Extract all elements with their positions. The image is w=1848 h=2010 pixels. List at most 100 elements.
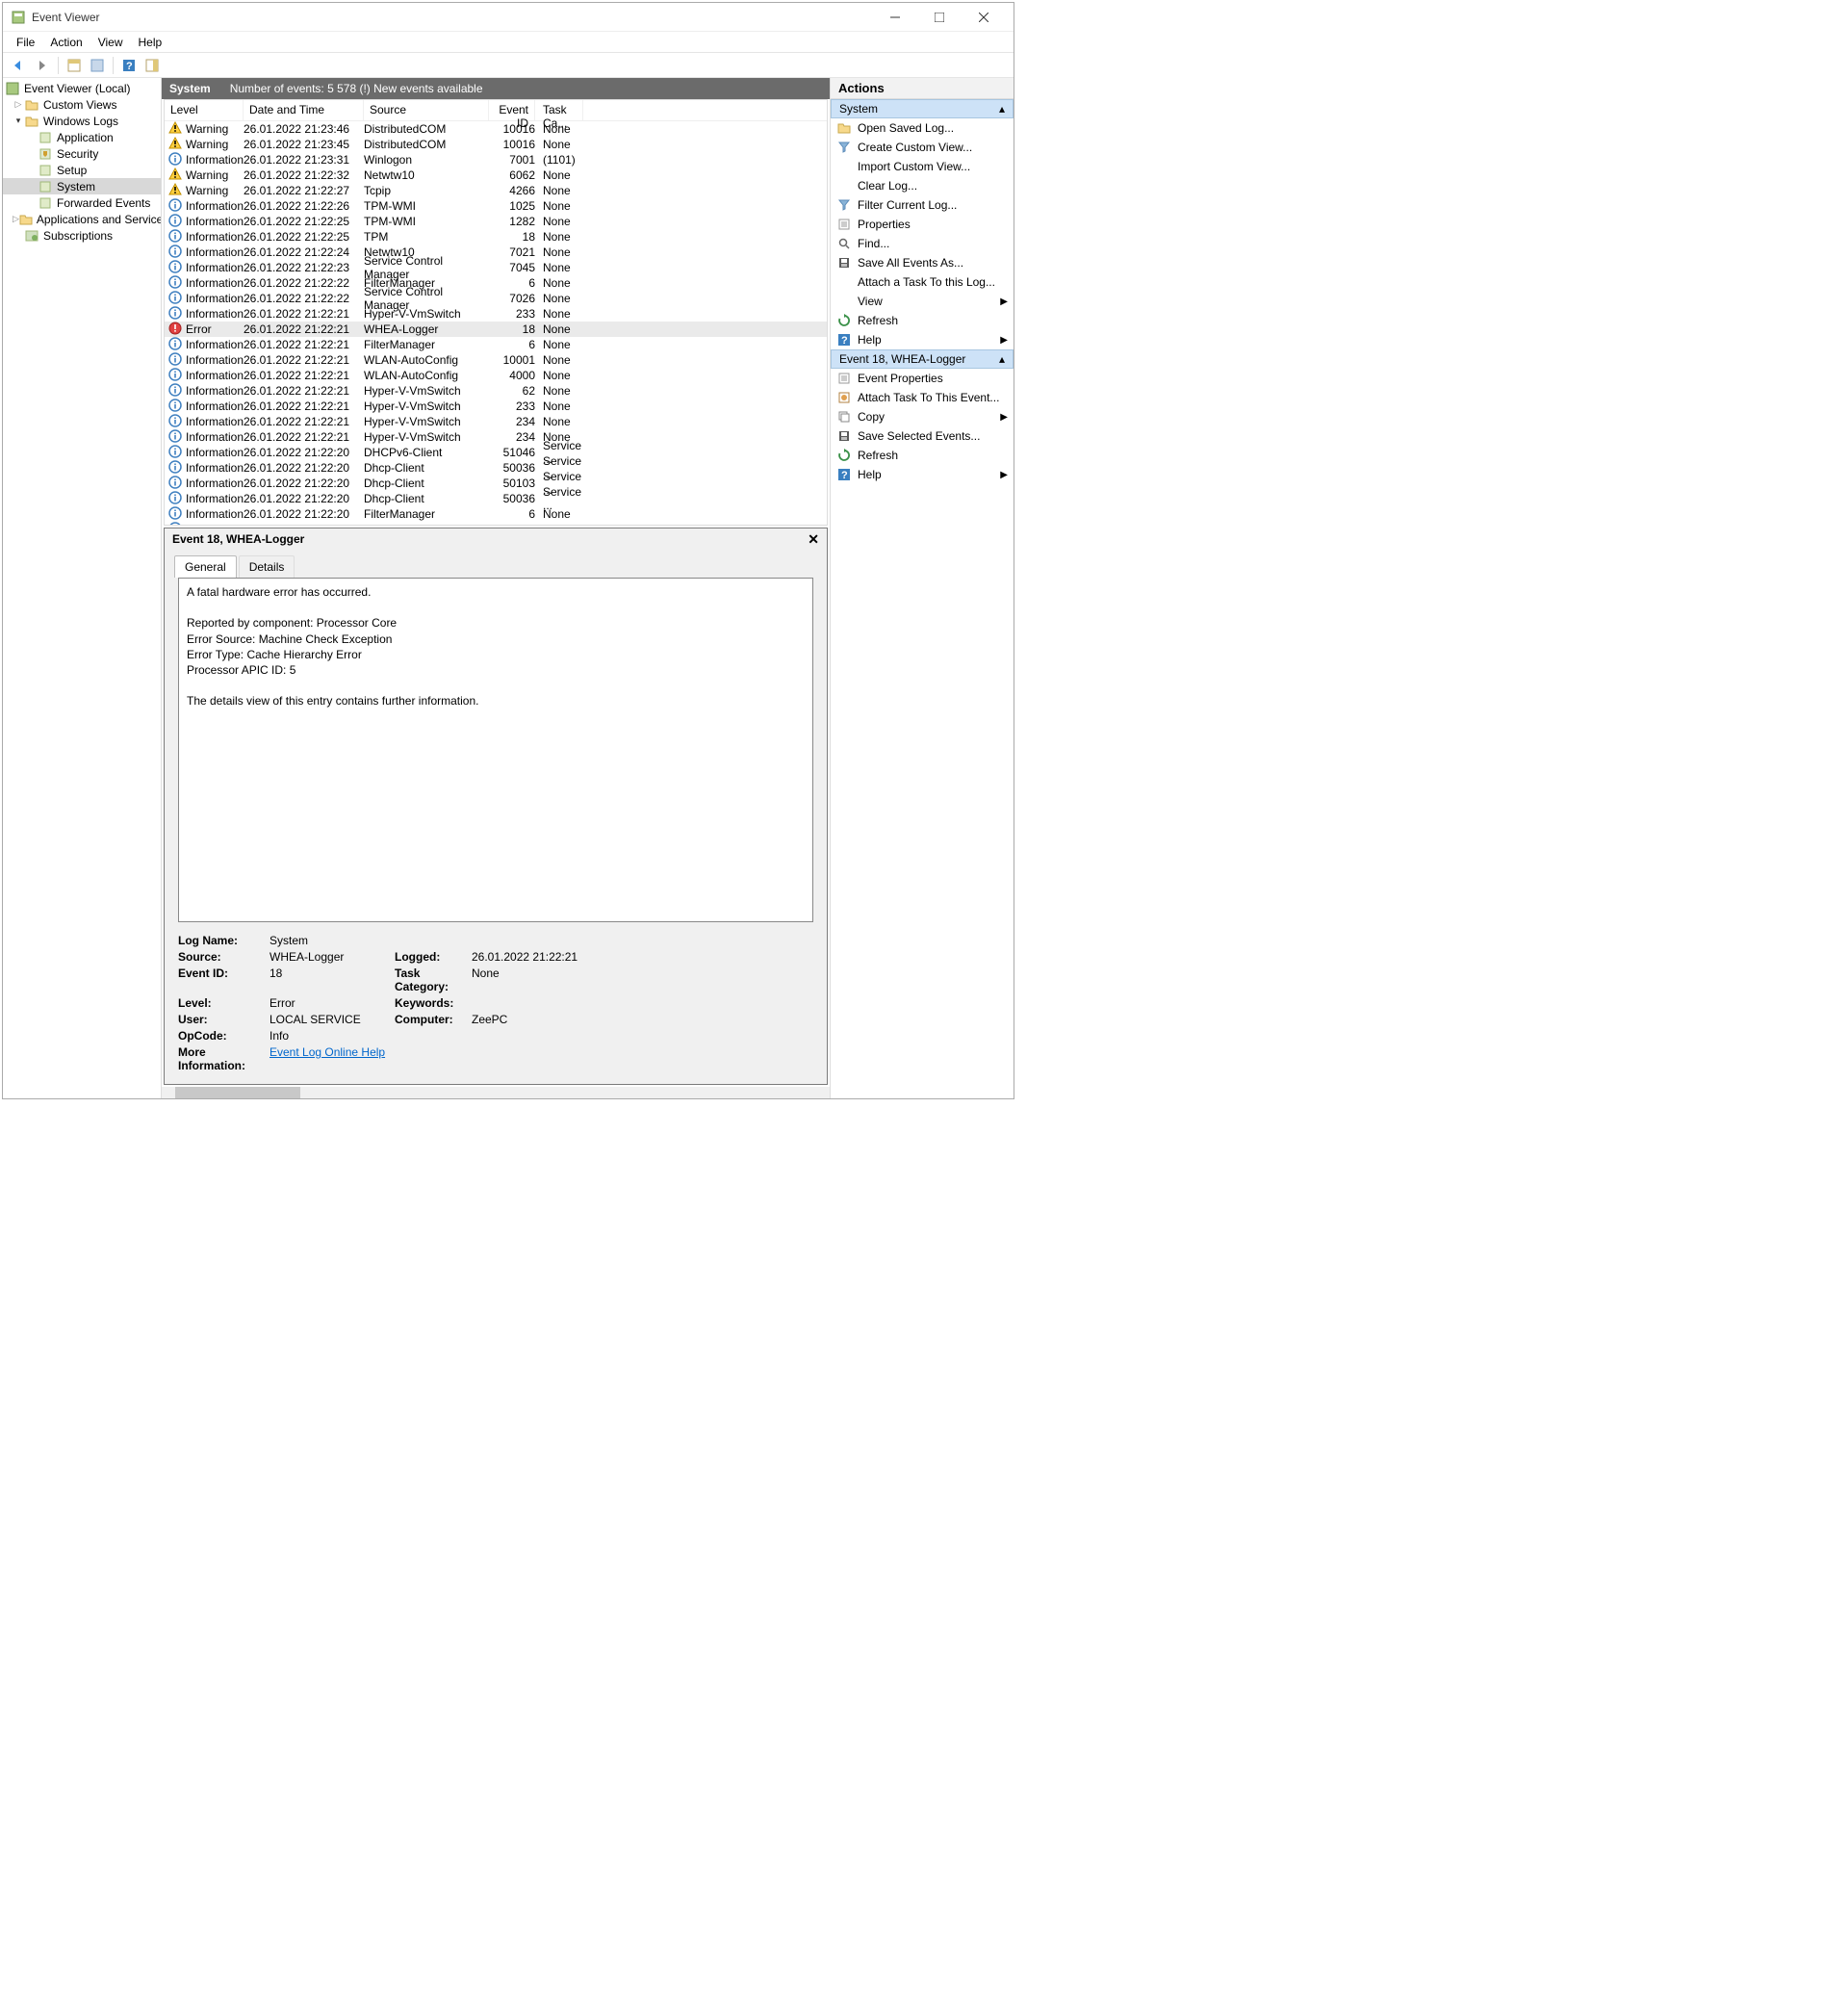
level-icon — [168, 121, 184, 137]
col-eventid[interactable]: Event ID — [489, 100, 535, 120]
event-row[interactable]: Information26.01.2022 21:22:24Netwtw1070… — [165, 245, 827, 260]
event-row[interactable]: Information26.01.2022 21:22:25TPM-WMI128… — [165, 214, 827, 229]
action-item[interactable]: Create Custom View... — [831, 138, 1014, 157]
event-row[interactable]: Information26.01.2022 21:22:20Dhcp-Clien… — [165, 460, 827, 476]
back-button[interactable] — [9, 55, 30, 76]
expand-icon[interactable]: ▷ — [13, 214, 19, 224]
event-row[interactable]: Information26.01.2022 21:22:21Hyper-V-Vm… — [165, 429, 827, 445]
event-row[interactable]: Warning26.01.2022 21:23:46DistributedCOM… — [165, 121, 827, 137]
tree-subscriptions[interactable]: Subscriptions — [43, 229, 113, 243]
tree-windows-logs[interactable]: Windows Logs — [43, 115, 118, 128]
nav-tree[interactable]: Event Viewer (Local) ▷ Custom Views ▾ Wind… — [3, 78, 162, 1098]
event-row[interactable]: Information26.01.2022 21:22:20Dhcp-Clien… — [165, 476, 827, 491]
action-item[interactable]: Attach a Task To this Log... — [831, 272, 1014, 292]
menu-help[interactable]: Help — [131, 34, 170, 51]
menu-file[interactable]: File — [9, 34, 42, 51]
event-row[interactable]: Information26.01.2022 21:22:25TPM18None — [165, 229, 827, 245]
tree-apps-services[interactable]: Applications and Services Logs — [37, 213, 162, 226]
action-item[interactable]: Copy▶ — [831, 407, 1014, 426]
event-row[interactable]: Information26.01.2022 21:22:21WLAN-AutoC… — [165, 352, 827, 368]
cell-level: Information — [186, 353, 244, 367]
action-item[interactable]: Filter Current Log... — [831, 195, 1014, 215]
tree-root[interactable]: Event Viewer (Local) — [24, 82, 131, 95]
menu-view[interactable]: View — [90, 34, 131, 51]
event-row[interactable]: Information26.01.2022 21:22:21Hyper-V-Vm… — [165, 414, 827, 429]
find-icon — [836, 236, 852, 251]
event-row[interactable]: Information26.01.2022 21:22:20DHCPv6-Cli… — [165, 445, 827, 460]
action-item[interactable]: Event Properties — [831, 369, 1014, 388]
horizontal-scrollbar[interactable] — [162, 1087, 830, 1098]
event-row[interactable]: Warning26.01.2022 21:23:45DistributedCOM… — [165, 137, 827, 152]
link-moreinfo[interactable]: Event Log Online Help — [270, 1045, 395, 1072]
action-item[interactable]: Clear Log... — [831, 176, 1014, 195]
event-row[interactable]: Information26.01.2022 21:22:21Hyper-V-Vm… — [165, 383, 827, 399]
tree-system[interactable]: System — [57, 180, 95, 193]
close-button[interactable] — [962, 3, 1006, 32]
action-item[interactable]: View▶ — [831, 292, 1014, 311]
action-label: Attach a Task To this Log... — [858, 275, 995, 289]
tree-setup[interactable]: Setup — [57, 164, 87, 177]
tree-forwarded[interactable]: Forwarded Events — [57, 196, 150, 210]
collapse-icon[interactable]: ▾ — [13, 116, 24, 126]
event-row[interactable]: Warning26.01.2022 21:22:27Tcpip4266None — [165, 183, 827, 198]
action-item[interactable]: Find... — [831, 234, 1014, 253]
menu-action[interactable]: Action — [42, 34, 90, 51]
event-row[interactable]: Information26.01.2022 21:22:20Dhcp-Clien… — [165, 491, 827, 506]
col-datetime[interactable]: Date and Time — [244, 100, 364, 120]
event-row[interactable]: Information26.01.2022 21:22:20FilterMana… — [165, 506, 827, 522]
column-headers[interactable]: Level Date and Time Source Event ID Task… — [165, 100, 827, 121]
event-row[interactable]: Information26.01.2022 21:22:21WLAN-AutoC… — [165, 368, 827, 383]
action-item[interactable]: Open Saved Log... — [831, 118, 1014, 138]
event-row[interactable]: Information26.01.2022 21:22:20FilterMana… — [165, 522, 827, 526]
event-row[interactable]: Information26.01.2022 21:22:26TPM-WMI102… — [165, 198, 827, 214]
action-item[interactable]: Save All Events As... — [831, 253, 1014, 272]
show-hide-tree-button[interactable] — [64, 55, 85, 76]
action-item[interactable]: Refresh — [831, 446, 1014, 465]
col-taskcat[interactable]: Task Ca... — [535, 100, 583, 120]
action-item[interactable]: Properties — [831, 215, 1014, 234]
action-item[interactable]: Import Custom View... — [831, 157, 1014, 176]
action-label: Help — [858, 333, 882, 347]
tab-details[interactable]: Details — [239, 555, 295, 578]
tree-application[interactable]: Application — [57, 131, 114, 144]
tree-security[interactable]: Security — [57, 147, 98, 161]
action-item[interactable]: Refresh — [831, 311, 1014, 330]
cell-level: Information — [186, 461, 244, 475]
properties-button[interactable] — [87, 55, 108, 76]
event-row[interactable]: Information26.01.2022 21:22:22FilterMana… — [165, 275, 827, 291]
event-row[interactable]: Information26.01.2022 21:22:21FilterMana… — [165, 337, 827, 352]
help-button[interactable]: ? — [118, 55, 140, 76]
cell-datetime: 26.01.2022 21:22:25 — [244, 230, 364, 244]
log-icon — [38, 130, 53, 145]
expand-icon[interactable]: ▷ — [13, 99, 24, 110]
event-row[interactable]: Error26.01.2022 21:22:21WHEA-Logger18Non… — [165, 322, 827, 337]
collapse-icon[interactable]: ▴ — [999, 352, 1005, 366]
minimize-button[interactable] — [873, 3, 917, 32]
action-item[interactable]: ?Help▶ — [831, 330, 1014, 349]
event-row[interactable]: Information26.01.2022 21:22:21Hyper-V-Vm… — [165, 399, 827, 414]
action-item[interactable]: ?Help▶ — [831, 465, 1014, 484]
event-row[interactable]: Information26.01.2022 21:22:21Hyper-V-Vm… — [165, 306, 827, 322]
val-source: WHEA-Logger — [270, 950, 395, 964]
action-item[interactable]: Attach Task To This Event... — [831, 388, 1014, 407]
show-hide-action-button[interactable] — [141, 55, 163, 76]
col-level[interactable]: Level — [165, 100, 244, 120]
event-row[interactable]: Warning26.01.2022 21:22:32Netwtw106062No… — [165, 168, 827, 183]
actions-section-system[interactable]: System▴ — [831, 99, 1014, 118]
log-icon — [38, 163, 53, 178]
titlebar[interactable]: Event Viewer — [3, 3, 1014, 32]
tab-general[interactable]: General — [174, 555, 237, 578]
event-list[interactable]: Level Date and Time Source Event ID Task… — [164, 99, 828, 526]
cell-source: FilterManager — [364, 338, 489, 351]
event-row[interactable]: Information26.01.2022 21:22:23Service Co… — [165, 260, 827, 275]
event-row[interactable]: Information26.01.2022 21:22:22Service Co… — [165, 291, 827, 306]
action-item[interactable]: Save Selected Events... — [831, 426, 1014, 446]
detail-close-button[interactable]: ✕ — [808, 531, 819, 548]
actions-section-event[interactable]: Event 18, WHEA-Logger▴ — [831, 349, 1014, 369]
forward-button[interactable] — [32, 55, 53, 76]
event-row[interactable]: Information26.01.2022 21:23:31Winlogon70… — [165, 152, 827, 168]
tree-custom-views[interactable]: Custom Views — [43, 98, 116, 112]
maximize-button[interactable] — [917, 3, 962, 32]
col-source[interactable]: Source — [364, 100, 489, 120]
collapse-icon[interactable]: ▴ — [999, 102, 1005, 116]
